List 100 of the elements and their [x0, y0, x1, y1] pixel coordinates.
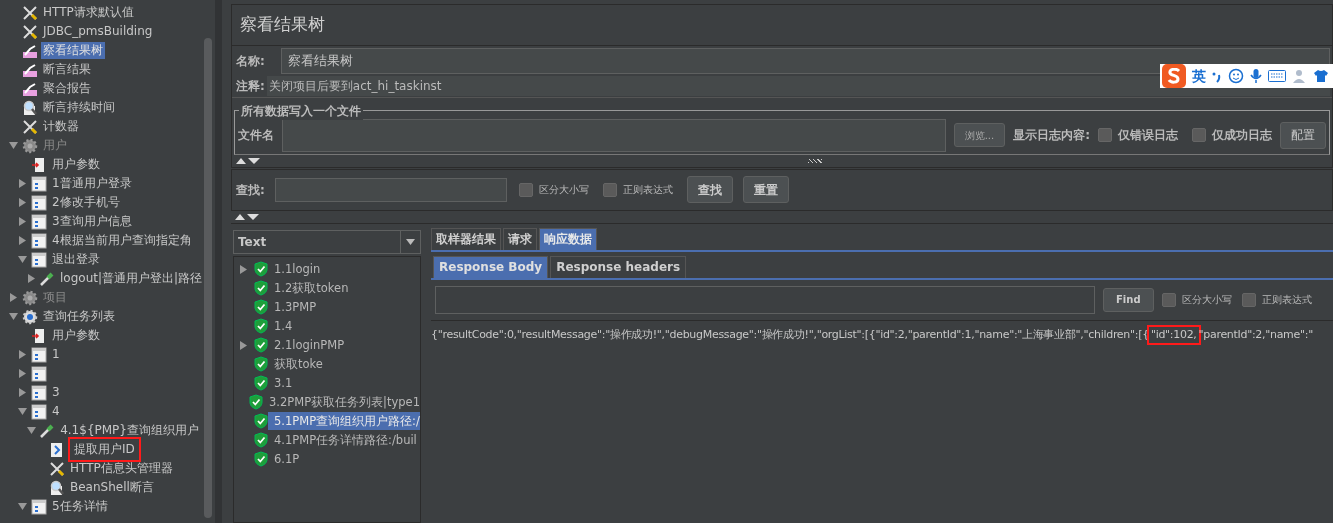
- magnifier-icon: [49, 479, 65, 496]
- collapse-arrow-icon[interactable]: [9, 312, 18, 321]
- tree-item[interactable]: HTTP信息头管理器: [68, 460, 175, 477]
- expand-arrow-icon[interactable]: [239, 264, 248, 274]
- check-shield-icon: [254, 318, 268, 334]
- drag-grip-icon[interactable]: [808, 158, 822, 163]
- tree-item[interactable]: 察看结果树: [41, 42, 105, 59]
- field-label: 文件名: [238, 127, 274, 144]
- tree-item[interactable]: 4: [50, 403, 62, 420]
- collapse-arrow-icon[interactable]: [27, 426, 36, 435]
- tree-item[interactable]: 查询任务列表: [41, 308, 117, 325]
- document-icon: [31, 194, 47, 211]
- document-arrow-icon: [31, 156, 47, 173]
- tools-icon: [49, 460, 65, 477]
- check-shield-icon: [254, 299, 268, 315]
- reset-button[interactable]: 重置: [742, 176, 789, 203]
- pipette-icon: [39, 422, 56, 439]
- find-button[interactable]: 查找: [686, 176, 733, 203]
- chart-icon: [22, 42, 38, 59]
- check-shield-icon: [254, 261, 268, 277]
- expand-arrow-icon[interactable]: [239, 340, 248, 350]
- tree-item[interactable]: 3: [50, 384, 62, 401]
- result-item[interactable]: 1.3PMP: [274, 298, 420, 316]
- field-label: 名称:: [235, 52, 266, 70]
- shirt-icon[interactable]: [1314, 69, 1328, 83]
- document-icon: [31, 251, 47, 268]
- chart-icon: [22, 80, 38, 97]
- document-icon: [31, 213, 47, 230]
- tree-item[interactable]: 计数器: [41, 118, 81, 135]
- field-label: 查找:: [236, 181, 265, 199]
- tree-item[interactable]: BeanShell断言: [68, 479, 156, 496]
- check-shield-icon: [254, 432, 268, 448]
- checkbox[interactable]: [1098, 128, 1112, 142]
- field-label: 注释:: [235, 78, 266, 95]
- checkbox[interactable]: [518, 182, 533, 197]
- result-item[interactable]: 3.2PMP获取任务列表|type1: [269, 393, 420, 411]
- tools-icon: [22, 118, 38, 135]
- tree-item[interactable]: 断言持续时间: [41, 99, 117, 116]
- file-name-field[interactable]: [282, 118, 946, 152]
- check-shield-icon: [254, 375, 268, 391]
- checkbox-label: 正则表达式: [1261, 293, 1312, 307]
- result-item[interactable]: 1.2获取token: [274, 279, 420, 297]
- check-shield-icon: [254, 413, 268, 429]
- renderer-dropdown[interactable]: Text: [233, 229, 421, 254]
- result-item[interactable]: 2.1loginPMP: [274, 336, 420, 354]
- tree-item[interactable]: HTTP请求默认值: [41, 4, 136, 21]
- collapse-arrow-icon[interactable]: [18, 407, 27, 416]
- document-icon: [31, 175, 47, 192]
- find-button[interactable]: Find: [1103, 287, 1154, 312]
- pipette-icon: [39, 270, 55, 287]
- collapse-arrow-icon[interactable]: [18, 502, 27, 511]
- tree-item[interactable]: 4.1${PMP}查询组织用户: [58, 422, 201, 439]
- checkbox[interactable]: [1161, 292, 1176, 307]
- expand-arrow-icon[interactable]: [18, 350, 27, 359]
- magnifier-icon: [22, 99, 38, 116]
- checkbox[interactable]: [1241, 292, 1256, 307]
- expand-arrow-icon[interactable]: [18, 369, 27, 378]
- result-item[interactable]: 6.1P: [274, 450, 420, 468]
- expand-arrow-icon[interactable]: [18, 388, 27, 397]
- document-icon: [31, 365, 47, 382]
- tab[interactable]: Response Body: [433, 255, 549, 278]
- split-arrows-icon[interactable]: [236, 157, 260, 164]
- keyboard-icon[interactable]: [1268, 70, 1286, 82]
- response-text: {"resultCode":0,"resultMessage":"操作成功!","debugMessage":"操作成功!","orgList":[{"id":2,"parentId":1,"name":"上海事业部","children":[{: [431, 326, 1149, 343]
- split-arrows-icon[interactable]: [235, 213, 259, 220]
- checkbox[interactable]: [602, 182, 617, 197]
- tab[interactable]: Response headers: [550, 255, 687, 278]
- search-field[interactable]: [274, 177, 507, 202]
- result-item[interactable]: 1.1login: [274, 260, 420, 278]
- smiley-icon[interactable]: [1228, 68, 1244, 84]
- response-search-field[interactable]: [435, 285, 1095, 314]
- gear-icon: [22, 289, 38, 306]
- document-icon: [31, 346, 47, 363]
- tree-item[interactable]: 断言结果: [41, 61, 93, 78]
- result-item[interactable]: 5.1PMP查询组织用户路径:/: [268, 412, 420, 430]
- tree-item[interactable]: 聚合报告: [41, 80, 93, 97]
- tree-item[interactable]: 用户参数: [50, 327, 102, 344]
- tree-item[interactable]: JDBC_pmsBuilding: [41, 23, 155, 40]
- tab[interactable]: 取样器结果: [431, 227, 501, 250]
- browse-button[interactable]: 浏览...: [953, 123, 1006, 147]
- tab[interactable]: 响应数据: [539, 227, 597, 250]
- chart-icon: [22, 61, 38, 78]
- check-shield-icon: [254, 356, 268, 372]
- checkbox-label: 区分大小写: [538, 183, 589, 197]
- result-item[interactable]: 4.1PMP任务详情路径:/buil: [274, 431, 420, 449]
- tools-icon: [22, 4, 38, 21]
- result-item[interactable]: 1.4: [274, 317, 420, 335]
- result-item[interactable]: 获取toke: [274, 355, 420, 373]
- scrollbar[interactable]: [204, 38, 212, 518]
- panel-title: 察看结果树: [232, 5, 1332, 46]
- checkbox[interactable]: [1192, 128, 1206, 142]
- group-legend: 所有数据写入一个文件: [239, 101, 363, 120]
- document-icon: [31, 232, 47, 249]
- tree-item[interactable]: 1: [50, 346, 62, 363]
- tree-item[interactable]: 5任务详情: [50, 498, 110, 515]
- config-button[interactable]: 配置: [1280, 121, 1326, 149]
- result-item[interactable]: 3.1: [274, 374, 420, 392]
- tab[interactable]: 请求: [503, 227, 537, 250]
- field-label: 显示日志内容:: [1013, 127, 1090, 144]
- microphone-icon[interactable]: [1250, 68, 1262, 84]
